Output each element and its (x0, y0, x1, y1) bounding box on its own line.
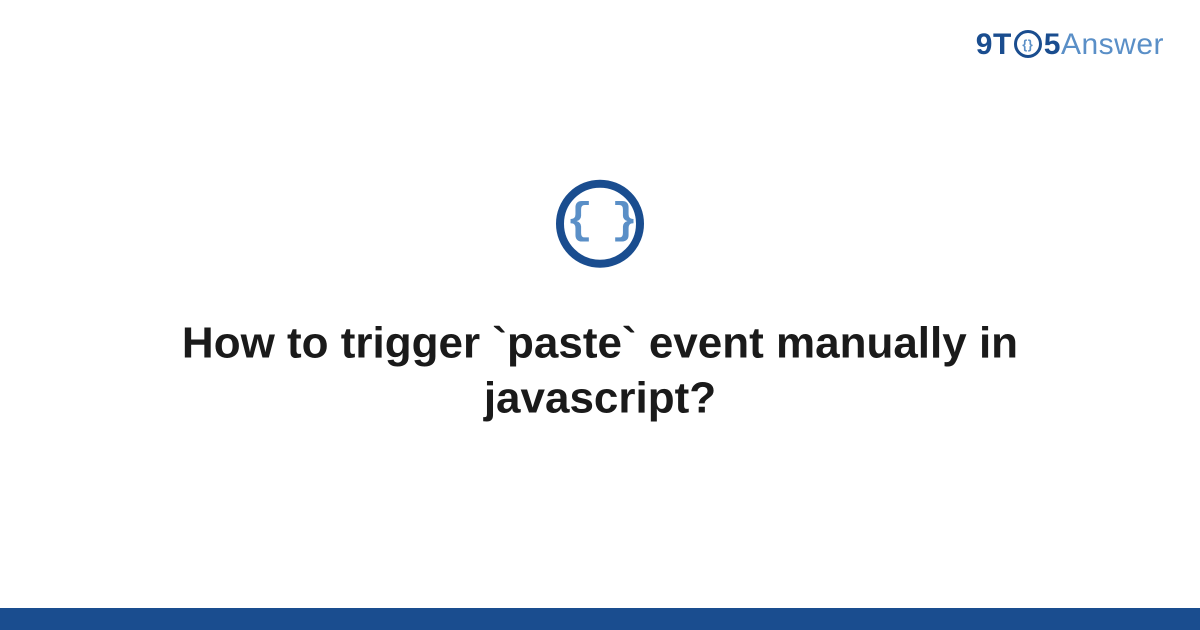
logo-five: 5 (1044, 28, 1061, 62)
logo-t: T (993, 28, 1012, 62)
question-title: How to trigger `paste` event manually in… (150, 316, 1050, 426)
main-content: { } How to trigger `paste` event manuall… (0, 180, 1200, 426)
footer-bar (0, 608, 1200, 630)
logo-nine: 9 (976, 28, 993, 62)
logo-answer: Answer (1061, 28, 1164, 62)
logo-clock-icon: {} (1014, 30, 1042, 58)
logo-clock-inner: {} (1022, 37, 1033, 52)
code-braces-icon: { } (556, 180, 644, 268)
braces-glyph: { } (566, 197, 633, 247)
site-logo: 9 T {} 5 Answer (976, 28, 1164, 62)
